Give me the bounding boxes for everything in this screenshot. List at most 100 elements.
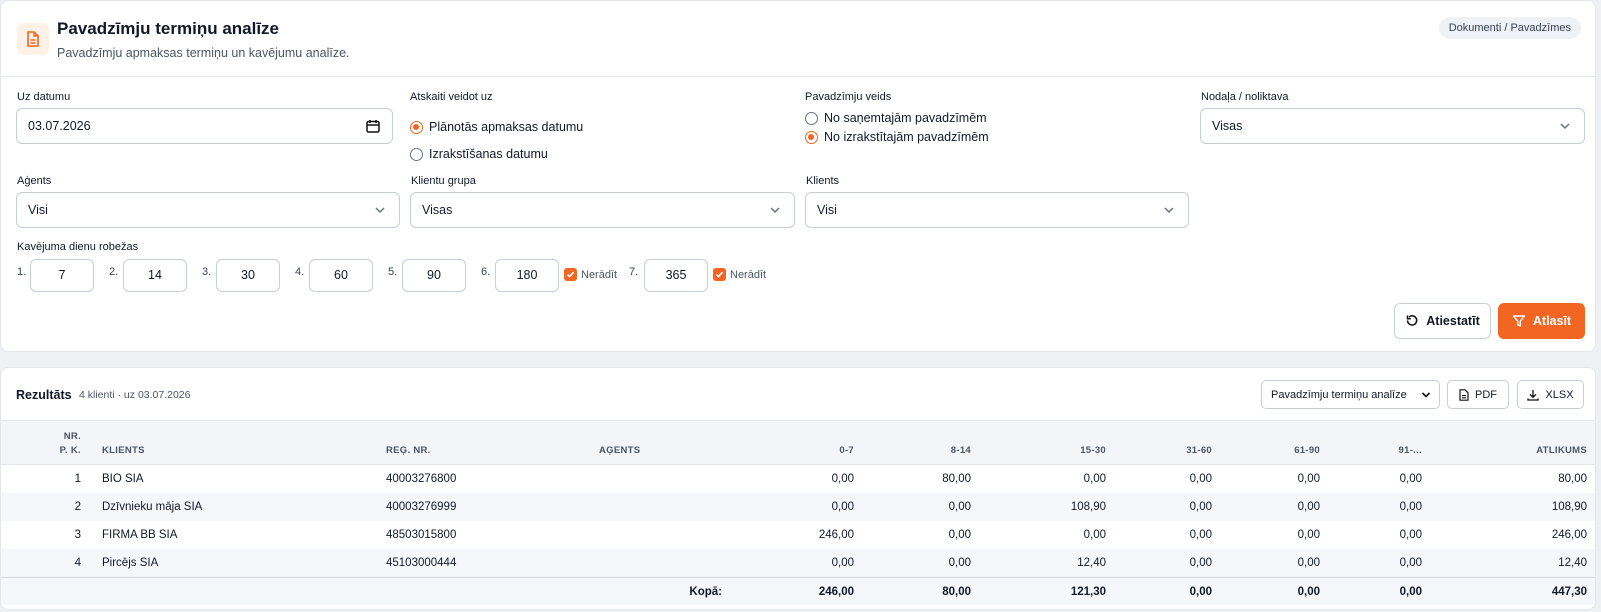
cell-b2: 0,00 xyxy=(948,501,971,513)
cell-b4: 0,00 xyxy=(1189,473,1212,485)
table-row[interactable]: 3 FIRMA BB SIA 48503015800 246,00 0,00 0,00 0,… xyxy=(1,521,1595,549)
radio-dot xyxy=(805,111,818,125)
column-header-91-plus[interactable]: 91-... xyxy=(1399,445,1422,456)
threshold-number: 4. xyxy=(295,266,305,278)
cell-client: Dzīvnieku māja SIA xyxy=(102,501,203,513)
client-select[interactable]: Visi xyxy=(805,192,1189,228)
hide-checkbox-7[interactable]: Nerādīt xyxy=(713,268,766,281)
document-icon xyxy=(17,23,49,55)
file-icon xyxy=(1459,388,1469,401)
threshold-input-1[interactable]: 7 xyxy=(30,259,94,292)
cell-client: Pircējs SIA xyxy=(102,557,159,569)
cell-client: FIRMA BB SIA xyxy=(102,529,178,541)
cell-b5: 0,00 xyxy=(1297,473,1320,485)
checkmark-icon xyxy=(713,268,726,281)
column-header-reg[interactable]: REĢ. NR. xyxy=(386,445,431,456)
cell-b1: 0,00 xyxy=(831,473,854,485)
client-value: Visi xyxy=(817,203,837,217)
cell-balance: 108,90 xyxy=(1551,501,1587,513)
calendar-icon[interactable] xyxy=(366,119,380,133)
total-cell: 447,30 xyxy=(1551,586,1587,598)
report-type-value: Pavadzīmju termiņu analīze xyxy=(1271,388,1407,401)
client-label: Klients xyxy=(806,175,840,187)
radio-dot xyxy=(410,147,423,161)
column-header-8-14[interactable]: 8-14 xyxy=(951,445,971,456)
report-type-select[interactable]: Pavadzīmju termiņu analīze xyxy=(1261,380,1440,409)
cell-balance: 12,40 xyxy=(1558,557,1587,569)
column-header-client[interactable]: KLIENTS xyxy=(102,445,145,456)
agent-select[interactable]: Visi xyxy=(16,192,400,228)
threshold-input-4[interactable]: 60 xyxy=(309,259,373,292)
xlsx-button[interactable]: XLSX xyxy=(1517,380,1584,409)
cell-b3: 0,00 xyxy=(1083,473,1106,485)
filters-card: Pavadzīmju termiņu analīze Pavadzīmju ap… xyxy=(0,0,1596,352)
radio-label: Plānotās apmaksas datumu xyxy=(429,120,584,134)
column-header-balance[interactable]: ATLIKUMS xyxy=(1536,445,1587,456)
column-header-31-60[interactable]: 31-60 xyxy=(1186,445,1212,456)
hide-checkbox-6[interactable]: Nerādīt xyxy=(564,268,617,281)
threshold-input-5[interactable]: 90 xyxy=(402,259,466,292)
agent-value: Visi xyxy=(28,203,48,217)
department-label: Nodaļa / noliktava xyxy=(1201,91,1289,103)
threshold-input-3[interactable]: 30 xyxy=(216,259,280,292)
checkbox-label: Nerādīt xyxy=(730,268,767,281)
cell-b1: 246,00 xyxy=(818,529,854,541)
breadcrumb[interactable]: Dokumenti / Pavadzīmes xyxy=(1438,17,1581,39)
cell-nr: 2 xyxy=(74,501,81,513)
total-cell: 121,30 xyxy=(1070,586,1106,598)
threshold-number: 5. xyxy=(388,266,398,278)
client-group-label: Klientu grupa xyxy=(411,175,476,187)
pdf-button[interactable]: PDF xyxy=(1447,380,1509,409)
threshold-number: 1. xyxy=(17,266,27,278)
cell-b5: 0,00 xyxy=(1297,557,1320,569)
column-header-0-7[interactable]: 0-7 xyxy=(839,445,854,456)
report-basis-label: Atskaiti veidot uz xyxy=(410,91,493,103)
cell-b5: 0,00 xyxy=(1297,501,1320,513)
table-row[interactable]: 2 Dzīvnieku māja SIA 40003276999 0,00 0,00 10… xyxy=(1,493,1595,521)
cell-client: BIO SIA xyxy=(102,473,144,485)
radio-planned-payment-date[interactable]: Plānotās apmaksas datumu xyxy=(410,120,583,134)
radio-issued-invoices[interactable]: No izrakstītajām pavadzīmēm xyxy=(805,130,989,144)
pdf-label: PDF xyxy=(1475,388,1497,401)
cell-reg: 40003276999 xyxy=(386,501,457,513)
radio-label: Izrakstīšanas datumu xyxy=(429,147,548,161)
radio-received-invoices[interactable]: No saņemtajām pavadzīmēm xyxy=(805,111,987,125)
apply-label: Atlasīt xyxy=(1532,314,1572,328)
xlsx-label: XLSX xyxy=(1545,388,1574,401)
column-header-61-90[interactable]: 61-90 xyxy=(1294,445,1320,456)
cell-b4: 0,00 xyxy=(1189,529,1212,541)
radio-label: No izrakstītajām pavadzīmēm xyxy=(824,130,989,144)
column-header-agent[interactable]: AĢENTS xyxy=(599,445,640,456)
threshold-input-7[interactable]: 365 xyxy=(644,259,708,292)
cell-nr: 1 xyxy=(74,473,81,485)
cell-reg: 48503015800 xyxy=(386,529,457,541)
chevron-down-icon xyxy=(1421,392,1431,398)
apply-filter-button[interactable]: Atlasīt xyxy=(1498,303,1585,339)
total-cell: 80,00 xyxy=(942,586,971,598)
date-input[interactable]: 03.07.2026 xyxy=(16,108,393,144)
threshold-input-6[interactable]: 180 xyxy=(495,259,559,292)
download-icon xyxy=(1527,389,1540,401)
table-row[interactable]: 1 BIO SIA 40003276800 0,00 80,00 0,00 0,00 0,00… xyxy=(1,465,1595,493)
radio-label: No saņemtajām pavadzīmēm xyxy=(824,111,987,125)
invoice-type-label: Pavadzīmju veids xyxy=(805,91,892,103)
department-select[interactable]: Visas xyxy=(1200,108,1585,144)
chevron-down-icon xyxy=(1560,123,1570,130)
column-header-15-30[interactable]: 15-30 xyxy=(1080,445,1106,456)
results-meta: 4 klienti · uz 03.07.2026 xyxy=(79,389,191,401)
date-label: Uz datumu xyxy=(17,91,71,103)
reset-button[interactable]: Atiestatīt xyxy=(1394,303,1491,339)
threshold-number: 6. xyxy=(481,266,491,278)
threshold-number: 3. xyxy=(202,266,212,278)
cell-b4: 0,00 xyxy=(1189,501,1212,513)
table-row[interactable]: 4 Pircējs SIA 45103000444 0,00 0,00 12,40 0,00… xyxy=(1,549,1595,577)
agent-label: Aģents xyxy=(17,175,52,187)
threshold-input-2[interactable]: 14 xyxy=(123,259,187,292)
client-group-select[interactable]: Visas xyxy=(410,192,795,228)
radio-issue-date[interactable]: Izrakstīšanas datumu xyxy=(410,147,548,161)
cell-nr: 4 xyxy=(74,557,81,569)
table-header: NR. P. K. KLIENTS REĢ. NR. AĢENTS 0-7 8-… xyxy=(1,420,1595,465)
department-value: Visas xyxy=(1212,119,1243,133)
chevron-down-icon xyxy=(770,207,780,214)
cell-b6: 0,00 xyxy=(1399,557,1422,569)
